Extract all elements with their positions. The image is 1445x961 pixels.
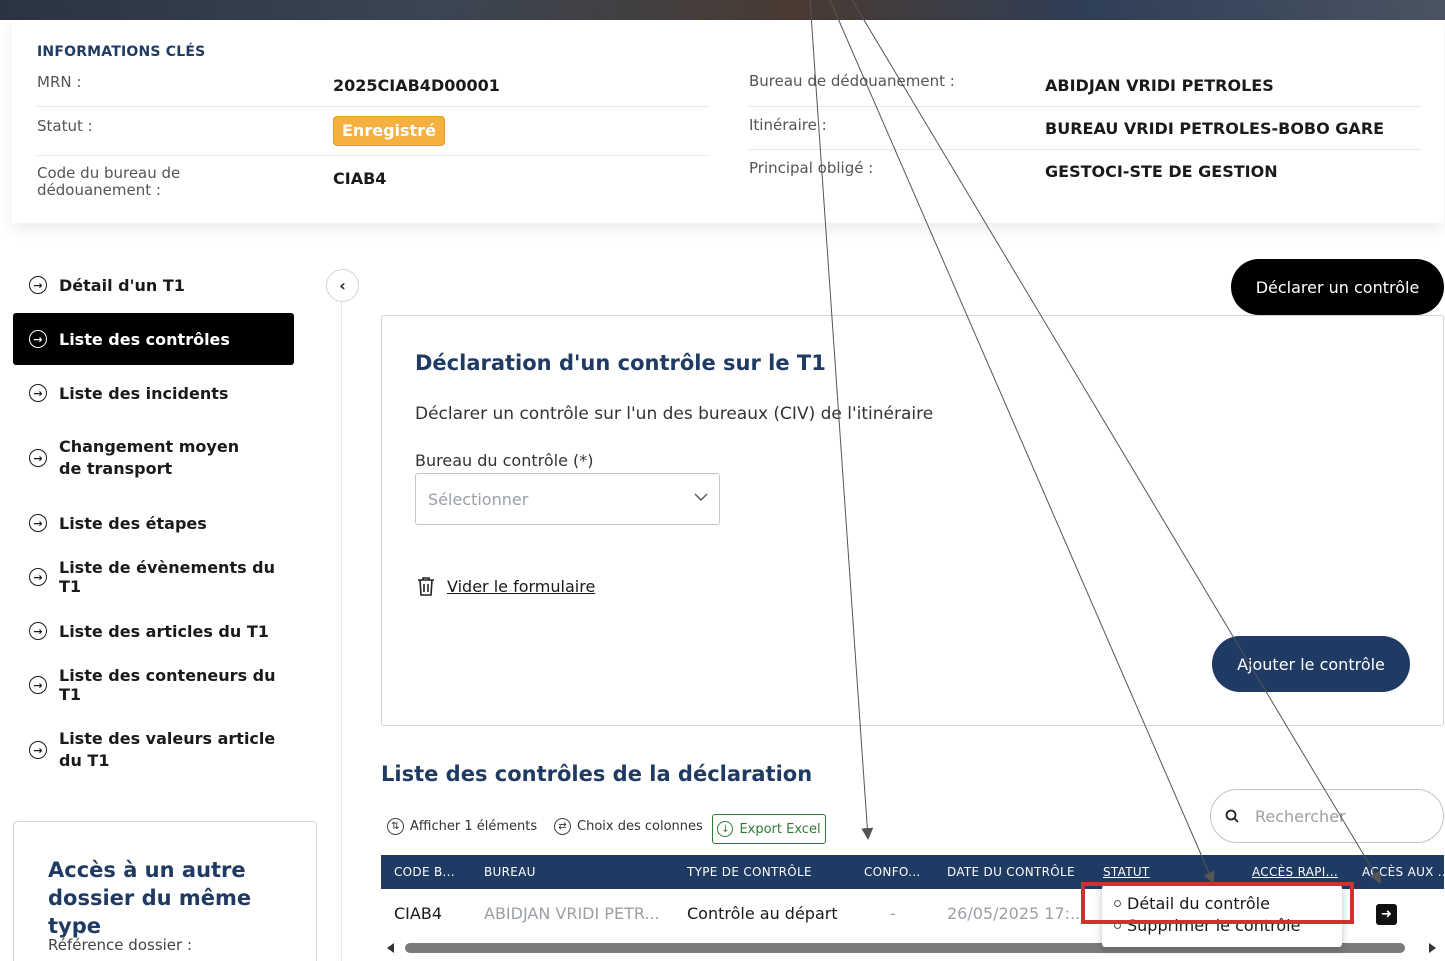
form-title: Déclaration d'un contrôle sur le T1	[415, 351, 826, 375]
search-placeholder: Rechercher	[1255, 806, 1346, 826]
sidebar-item-label: Liste des articles du T1	[59, 621, 269, 641]
column-header-date[interactable]: DATE DU CONTRÔLE	[947, 855, 1075, 889]
declare-control-button[interactable]: Déclarer un contrôle	[1231, 259, 1444, 315]
chevron-left-icon: ‹	[339, 276, 346, 295]
key-info-card: INFORMATIONS CLÉS MRN : 2025CIAB4D00001 …	[12, 20, 1444, 223]
sidebar-item-liste-controles[interactable]: → Liste des contrôles	[13, 313, 294, 365]
declaration-form: Déclaration d'un contrôle sur le T1 Décl…	[381, 315, 1444, 726]
sidebar-item-changement-transport[interactable]: → Changement moyen de transport	[13, 435, 294, 481]
divider	[749, 106, 1421, 107]
sidebar-item-label: Détail d'un T1	[59, 275, 185, 295]
bureau-label: Bureau de dédouanement :	[749, 72, 955, 90]
cell-conformite: -	[890, 904, 896, 923]
key-info-title: INFORMATIONS CLÉS	[37, 44, 206, 60]
column-header-code[interactable]: CODE B...	[394, 855, 455, 889]
sidebar-item-liste-valeurs[interactable]: → Liste des valeurs article du T1	[13, 727, 294, 773]
bureau-controle-select[interactable]: Sélectionner	[415, 473, 720, 525]
reference-dossier-label: Référence dossier :	[48, 936, 193, 954]
sidebar-item-label: Liste des valeurs article du T1	[59, 729, 276, 770]
mrn-value: 2025CIAB4D00001	[333, 76, 500, 95]
chevron-down-icon	[694, 493, 708, 501]
column-header-conformite[interactable]: CONFO...	[864, 855, 921, 889]
sidebar-item-label: Changement moyen de transport	[59, 437, 240, 478]
add-control-button[interactable]: Ajouter le contrôle	[1212, 636, 1410, 692]
bureau-controle-label: Bureau du contrôle (*)	[415, 451, 594, 470]
show-elements-button[interactable]: ⇅ Afficher 1 éléments	[387, 818, 537, 835]
arrow-circle-icon: →	[29, 449, 47, 467]
arrow-circle-icon: →	[29, 741, 47, 759]
export-excel-label: Export Excel	[739, 821, 821, 837]
itineraire-label: Itinéraire :	[749, 116, 827, 134]
sidebar-item-label: Liste des conteneurs du T1	[59, 666, 276, 704]
arrow-circle-icon: →	[29, 622, 47, 640]
column-header-acces-aux[interactable]: ACCÈS AUX ...	[1362, 855, 1445, 889]
list-title: Liste des contrôles de la déclaration	[381, 762, 813, 786]
cell-code: CIAB4	[394, 904, 442, 923]
sidebar-item-liste-evenements[interactable]: → Liste de évènements du T1	[13, 558, 294, 596]
arrow-circle-icon: →	[29, 568, 47, 586]
status-badge: Enregistré	[333, 116, 445, 146]
sidebar-item-liste-conteneurs[interactable]: → Liste des conteneurs du T1	[13, 666, 294, 704]
sidebar-item-liste-etapes[interactable]: → Liste des étapes	[13, 508, 294, 538]
statut-label: Statut :	[37, 117, 93, 135]
itineraire-value: BUREAU VRIDI PETROLES-BOBO GARE	[1045, 119, 1385, 138]
cell-date: 26/05/2025 17:...	[947, 904, 1086, 923]
search-input[interactable]: Rechercher	[1210, 789, 1444, 843]
arrow-circle-icon: →	[29, 514, 47, 532]
clear-form-link[interactable]: Vider le formulaire	[417, 576, 595, 596]
sidebar-item-liste-articles[interactable]: → Liste des articles du T1	[13, 616, 294, 646]
collapse-sidebar-button[interactable]: ‹	[326, 269, 359, 302]
principal-value: GESTOCI-STE DE GESTION	[1045, 162, 1278, 181]
sidebar-item-label: Liste des incidents	[59, 383, 229, 403]
form-description: Déclarer un contrôle sur l'un des bureau…	[415, 404, 934, 424]
principal-label: Principal obligé :	[749, 159, 874, 177]
arrow-circle-icon: →	[29, 330, 47, 348]
column-header-type[interactable]: TYPE DE CONTRÔLE	[687, 855, 812, 889]
other-dossier-card: Accès à un autre dossier du même type Ré…	[13, 821, 317, 961]
sidebar-item-label: Liste de évènements du T1	[59, 558, 276, 596]
cell-bureau: ABIDJAN VRIDI PETR...	[484, 904, 660, 923]
swap-icon: ⇄	[554, 818, 571, 835]
open-arrow-icon[interactable]: ➜	[1376, 904, 1397, 925]
download-icon: ↓	[717, 821, 734, 837]
divider	[749, 149, 1421, 150]
sidebar-divider	[341, 302, 342, 961]
export-excel-button[interactable]: ↓ Export Excel	[712, 814, 826, 844]
column-header-bureau[interactable]: BUREAU	[484, 855, 536, 889]
divider	[37, 155, 709, 156]
cell-type: Contrôle au départ	[687, 904, 838, 923]
scroll-left-icon[interactable]	[387, 943, 394, 953]
hero-banner	[0, 0, 1445, 20]
arrow-circle-icon: →	[29, 384, 47, 402]
other-dossier-title: Accès à un autre dossier du même type	[48, 858, 252, 938]
scroll-right-icon[interactable]	[1429, 943, 1436, 953]
choose-columns-label: Choix des colonnes	[577, 819, 703, 834]
show-elements-label: Afficher 1 éléments	[410, 819, 538, 834]
highlight-box	[1081, 882, 1354, 924]
divider	[37, 106, 709, 107]
mrn-label: MRN :	[37, 73, 82, 91]
clear-form-label: Vider le formulaire	[447, 576, 596, 596]
choose-columns-button[interactable]: ⇄ Choix des colonnes	[554, 818, 703, 835]
arrow-circle-icon: →	[29, 676, 47, 694]
sidebar-item-label: Liste des contrôles	[59, 329, 230, 349]
code-bureau-label: Code du bureau de dédouanement :	[37, 164, 181, 199]
trash-icon	[418, 577, 434, 596]
sidebar-item-detail-t1[interactable]: → Détail d'un T1	[13, 270, 294, 300]
sidebar-item-liste-incidents[interactable]: → Liste des incidents	[13, 378, 294, 408]
sort-icon: ⇅	[387, 818, 404, 835]
search-icon	[1225, 809, 1239, 823]
code-bureau-value: CIAB4	[333, 169, 387, 188]
sidebar-item-label: Liste des étapes	[59, 513, 207, 533]
arrow-circle-icon: →	[29, 276, 47, 294]
select-placeholder: Sélectionner	[428, 489, 529, 509]
bureau-value: ABIDJAN VRIDI PETROLES	[1045, 76, 1274, 95]
